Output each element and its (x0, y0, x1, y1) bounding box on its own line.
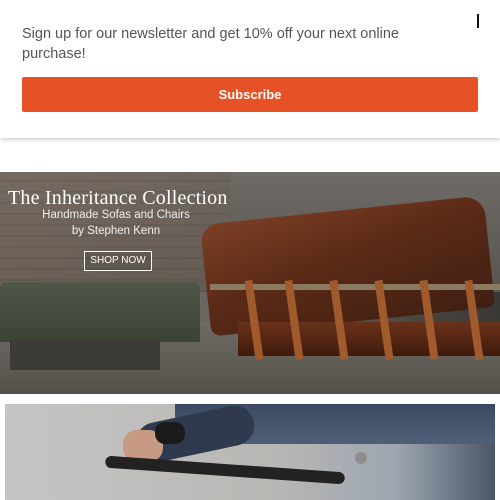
shop-now-button[interactable]: SHOP NOW (84, 251, 152, 271)
hero-title: The Inheritance Collection (8, 187, 228, 209)
hero-subtitle-line2: by Stephen Kenn (71, 225, 161, 237)
bike-bell-image (155, 422, 185, 444)
hero-table-image (10, 340, 160, 370)
hero-chair-seat-image (238, 322, 500, 356)
close-icon[interactable] (474, 12, 482, 30)
subscribe-button[interactable]: Subscribe (22, 77, 478, 112)
hero-subtitle-line1: Handmade Sofas and Chairs (42, 209, 190, 221)
hero-sofa-image (0, 282, 200, 342)
newsletter-banner: Sign up for our newsletter and get 10% o… (0, 0, 500, 138)
hero-banner[interactable]: The Inheritance Collection Handmade Sofa… (0, 172, 500, 394)
newsletter-message: Sign up for our newsletter and get 10% o… (22, 26, 399, 62)
bike-promo-image[interactable] (5, 404, 495, 500)
wall-bolt-image (355, 452, 367, 464)
bike-handlebar-image (104, 455, 346, 485)
